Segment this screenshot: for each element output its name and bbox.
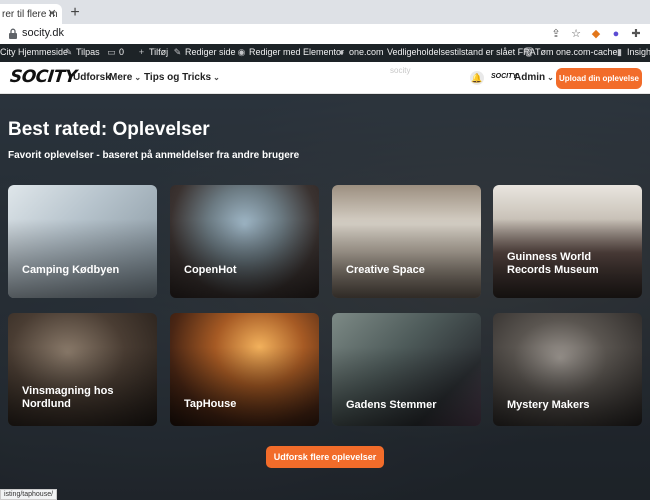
browser-tab[interactable]: rer til flere m ✕ [0,4,62,24]
site-header: SOCITY Udforsk Mere ⌄ Tips og Tricks ⌄ s… [0,62,650,94]
extension-icon[interactable]: ● [608,26,624,42]
card-shade [170,185,319,298]
plus-icon: + [138,46,145,57]
comment-icon: ▭ [107,46,116,57]
wp-customize-link[interactable]: ✎ Tilpas [64,47,100,57]
upload-experience-button[interactable]: Upload din oplevelse [556,68,642,89]
wp-admin-bar: City Hjemmeside ✎ Tilpas ▭ 0 + Tilføj ✎ … [0,44,650,62]
chevron-down-icon: ⌄ [547,73,554,82]
nav-mere[interactable]: Mere ⌄ [109,72,141,83]
wp-insight-label: Insight [627,47,650,57]
wp-clear-cache-link[interactable]: 🗑 Tøm one.com-cache [523,47,618,57]
card-title: Creative Space [346,264,425,276]
wp-edit-page-label: Rediger side [185,47,236,57]
address-bar-actions: ⇪ ☆ ◆ ● ✚ [548,26,650,42]
chevron-down-icon: ⌄ [134,73,142,82]
nav-tips[interactable]: Tips og Tricks ⌄ [144,72,220,83]
card-shade [332,185,481,298]
wp-maintenance-label: Vedligeholdelsestilstand er slået FRA [387,47,536,57]
wp-onecom-link[interactable]: ● one.com [337,47,384,57]
bell-icon[interactable]: 🔔 [470,71,484,85]
bar-chart-icon: ▮ [617,46,622,57]
wp-customize-label: Tilpas [76,47,100,57]
wp-comments-count: 0 [119,47,125,57]
wp-site-link[interactable]: City Hjemmeside [0,47,68,57]
experience-card[interactable]: TapHouse [170,313,319,426]
wp-add-label: Tilføj [149,47,169,57]
address-bar[interactable]: socity.dk ⇪ ☆ ◆ ● ✚ [0,24,650,44]
card-title: Camping Kødbyen [22,264,120,276]
metamask-extension-icon[interactable]: ◆ [588,26,604,42]
nav-mere-label: Mere [109,72,133,83]
onecom-icon: ● [338,46,345,57]
faded-logo-text: socity [390,66,411,75]
card-title: Mystery Makers [507,399,590,411]
nav-udforsk-label: Udforsk [73,72,111,83]
experience-card[interactable]: CopenHot [170,185,319,298]
admin-label: Admin [514,72,546,83]
hero-section: Best rated: Oplevelser Favorit oplevelse… [0,95,650,500]
status-link-preview: isting/taphouse/ [0,489,58,500]
wp-elementor-link[interactable]: ◉ Rediger med Elementor [237,47,344,57]
trash-icon: 🗑 [523,46,535,57]
card-title: TapHouse [184,398,237,410]
chevron-down-icon: ⌄ [213,73,220,82]
browser-tabstrip: rer til flere m ✕ + [0,0,650,24]
experience-card[interactable]: Camping Kødbyen [8,185,157,298]
new-tab-icon[interactable]: + [66,4,84,22]
wp-onecom-label: one.com [349,47,384,57]
admin-menu[interactable]: Admin ⌄ [514,72,554,83]
card-title: Gadens Stemmer [346,399,437,411]
brush-icon: ✎ [64,46,73,57]
wp-maintenance-link[interactable]: Vedligeholdelsestilstand er slået FRA [387,47,536,57]
bookmark-star-icon[interactable]: ☆ [568,26,584,42]
wp-site-label: City Hjemmeside [0,47,69,57]
share-icon[interactable]: ⇪ [548,26,564,42]
elementor-icon: ◉ [237,46,246,57]
explore-more-button[interactable]: Udforsk flere oplevelser [266,446,384,468]
pencil-icon: ✎ [173,46,182,57]
site-logo[interactable]: SOCITY [9,67,78,87]
page-subtitle: Favorit oplevelser - baseret på anmeldel… [8,150,300,161]
card-shade [8,185,157,298]
wp-insight-link[interactable]: ▮ Insight [615,47,650,57]
nav-udforsk[interactable]: Udforsk [73,72,111,83]
card-title: Guinness World Records Museum [507,251,599,276]
page-title: Best rated: Oplevelser [8,119,210,140]
nav-tips-label: Tips og Tricks [144,72,212,83]
experience-card[interactable]: Creative Space [332,185,481,298]
experience-card[interactable]: Gadens Stemmer [332,313,481,426]
wp-elementor-label: Rediger med Elementor [249,47,345,57]
wp-add-link[interactable]: + Tilføj [137,47,168,57]
wp-clear-cache-label: Tøm one.com-cache [535,47,618,57]
card-title: CopenHot [184,264,237,276]
lock-icon [9,28,17,39]
url-text[interactable]: socity.dk [22,27,64,39]
experience-card[interactable]: Guinness World Records Museum [493,185,642,298]
wp-comments-link[interactable]: ▭ 0 [107,47,124,57]
card-shade [493,185,642,298]
experience-card[interactable]: Vinsmagning hos Nordlund [8,313,157,426]
card-title: Vinsmagning hos Nordlund [22,385,114,410]
close-tab-icon[interactable]: ✕ [46,8,58,20]
experience-card[interactable]: Mystery Makers [493,313,642,426]
wp-edit-page-link[interactable]: ✎ Rediger side [173,47,236,57]
puzzle-extensions-icon[interactable]: ✚ [628,26,644,42]
